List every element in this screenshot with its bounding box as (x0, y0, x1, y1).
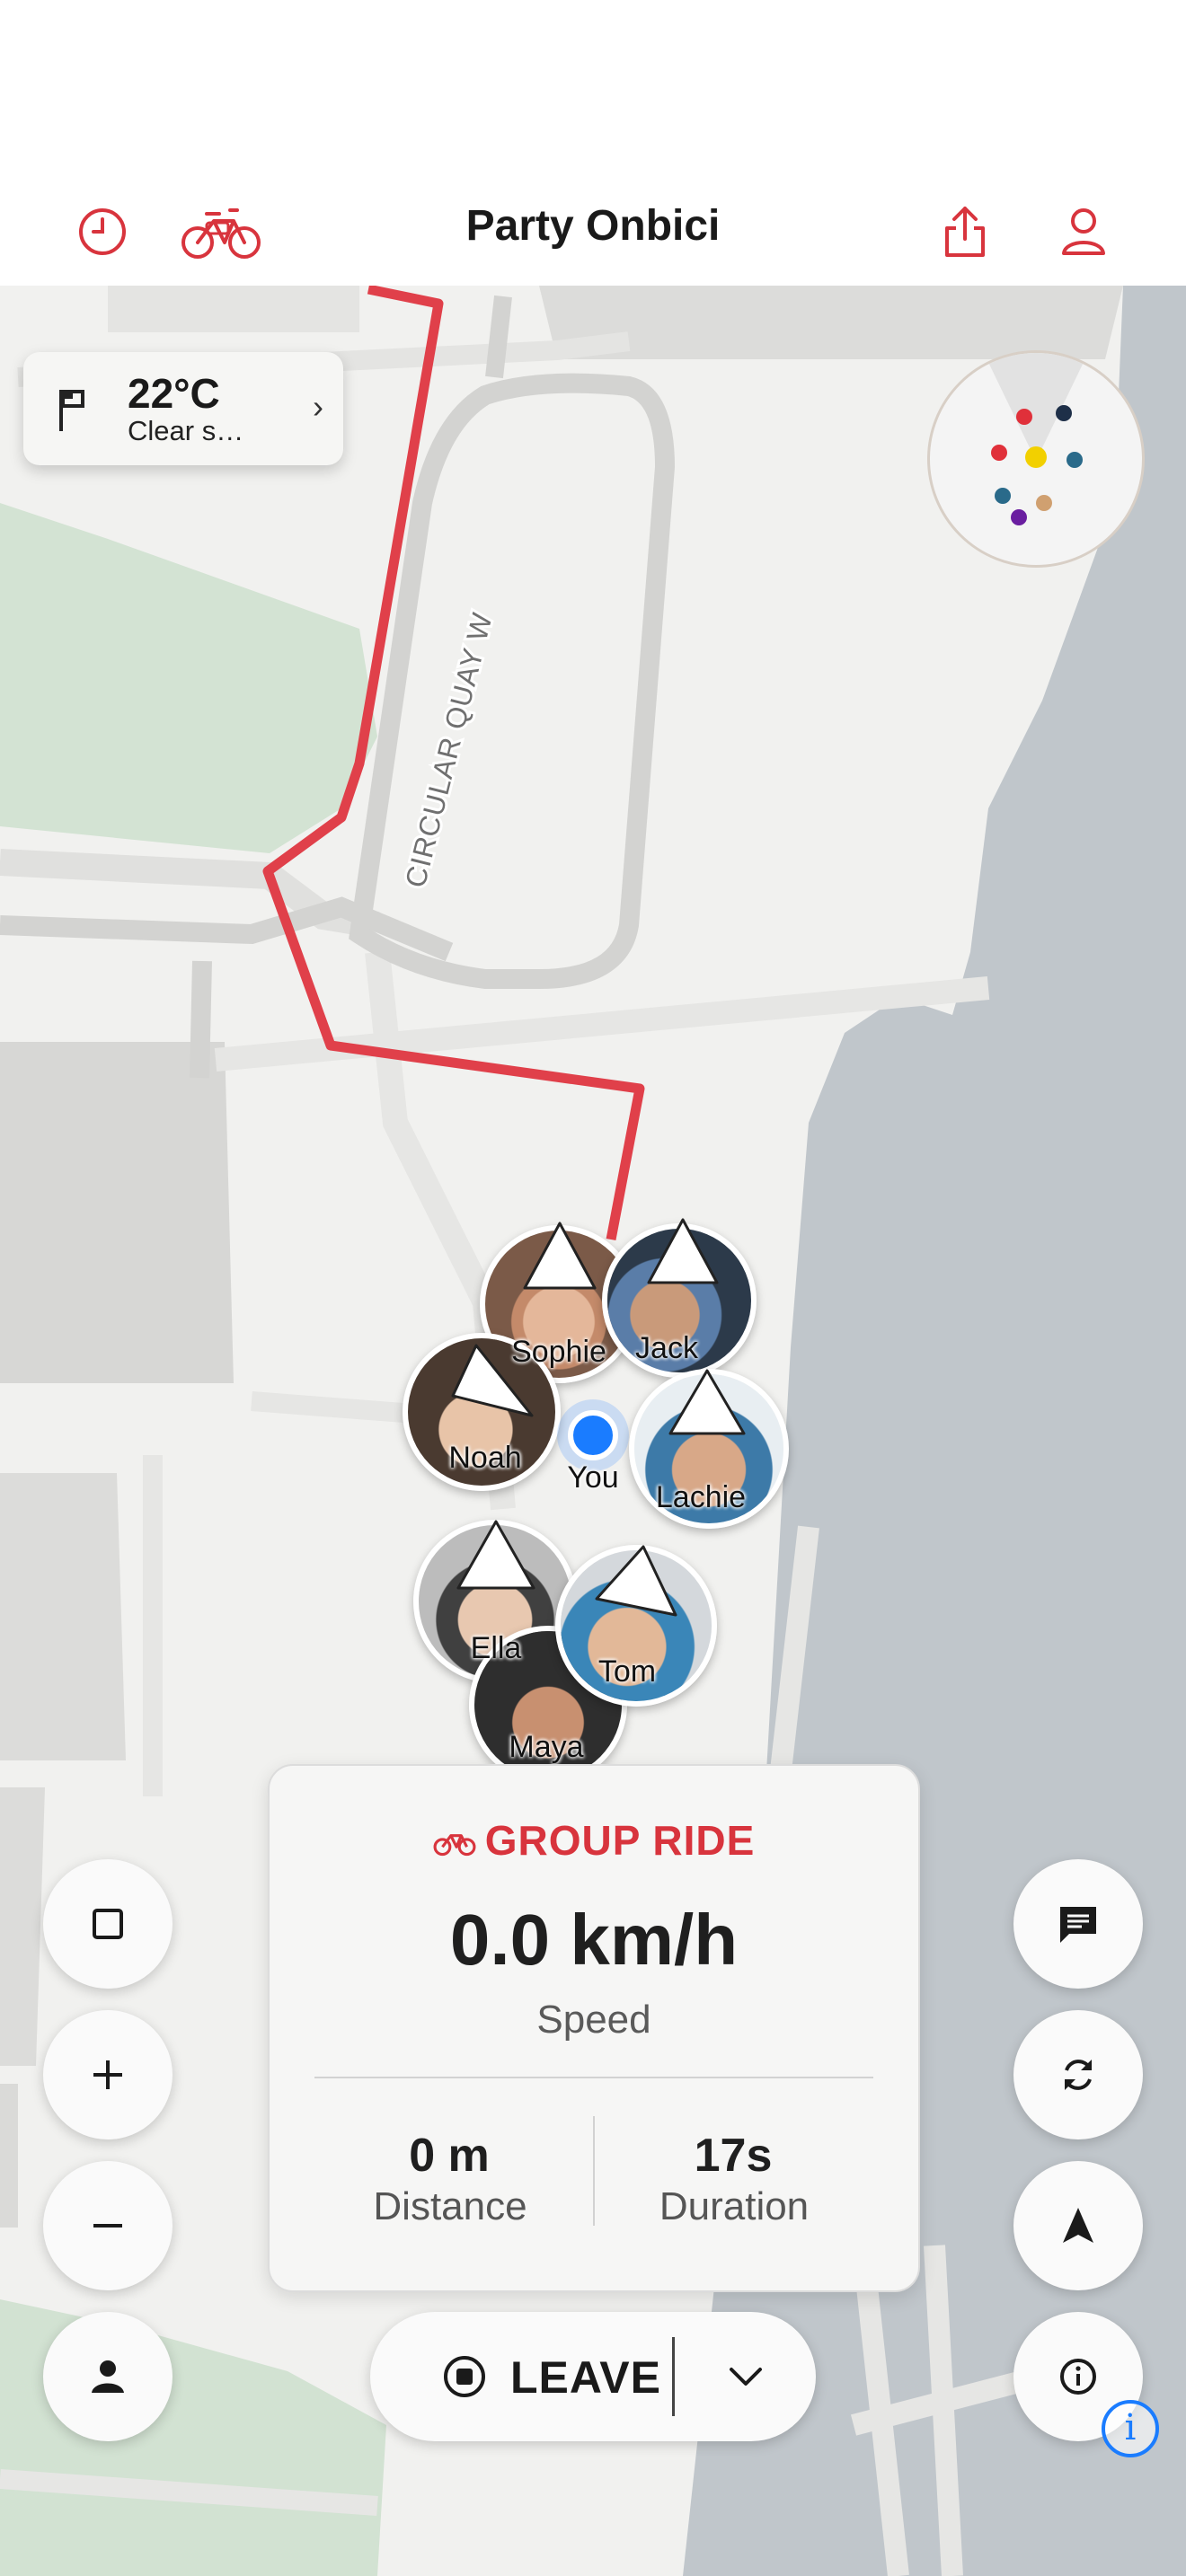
profile-button[interactable] (1048, 196, 1120, 268)
divider (672, 2337, 675, 2416)
rider-name: Lachie (655, 1480, 747, 1514)
attribution-info-icon[interactable]: i (1102, 2400, 1159, 2457)
info-icon (1060, 2359, 1096, 2395)
heading-arrow (456, 1520, 535, 1590)
person-icon (92, 2360, 124, 2393)
group-radar[interactable] (927, 350, 1145, 568)
plus-icon (93, 2060, 122, 2089)
radar-dot (1056, 405, 1072, 421)
you-label: You (567, 1460, 619, 1495)
zoom-out-button[interactable] (43, 2161, 173, 2290)
zoom-in-button[interactable] (43, 2010, 173, 2139)
radar-dot-you (1025, 446, 1047, 468)
radar-dot (1011, 509, 1027, 525)
weather-temperature: 22°C (128, 370, 220, 417)
navigation-button[interactable] (1013, 2161, 1143, 2290)
chevron-down-icon[interactable] (726, 2364, 766, 2391)
leave-ride-button[interactable]: LEAVE (370, 2312, 816, 2441)
heading-arrow (595, 1545, 677, 1617)
distance-value: 0 m (409, 2130, 490, 2182)
sync-button[interactable] (1013, 2010, 1143, 2139)
navigation-arrow-icon (1063, 2208, 1093, 2243)
rider-name: Ella (470, 1631, 522, 1665)
chat-button[interactable] (1013, 1859, 1143, 1989)
speed-label: Speed (536, 1998, 651, 2042)
divider (314, 2077, 873, 2078)
heading-arrow (451, 1344, 534, 1417)
sync-icon (1065, 2060, 1092, 2090)
radar-dot (1016, 409, 1032, 425)
ride-mode: GROUP RIDE (270, 1816, 918, 1865)
ride-mode-label: GROUP RIDE (484, 1817, 756, 1864)
ride-stats-panel: GROUP RIDE 0.0 km/h Speed 0 m Distance 1… (268, 1764, 920, 2292)
chevron-right-icon: › (313, 388, 323, 425)
leave-label: LEAVE (510, 2352, 661, 2403)
share-button[interactable] (929, 196, 1001, 268)
stop-circle-icon (444, 2356, 485, 2397)
flag-icon (59, 390, 84, 431)
weather-condition: Clear s… (128, 415, 244, 446)
distance-label: Distance (373, 2184, 527, 2228)
duration-label: Duration (659, 2184, 810, 2228)
heading-arrow (523, 1222, 597, 1290)
chat-icon (1060, 1907, 1096, 1943)
square-icon (93, 1909, 123, 1939)
speed-value: 0.0 km/h (449, 1900, 739, 1980)
app-header: Party Onbici (0, 0, 1186, 286)
radar-dot (995, 488, 1011, 504)
heading-arrow (647, 1218, 719, 1284)
rider-name: Maya (509, 1730, 584, 1764)
person-icon (1062, 208, 1105, 255)
bicycle-icon (433, 1834, 476, 1857)
stop-view-button[interactable] (43, 1859, 173, 1989)
recenter-me-button[interactable] (43, 2312, 173, 2441)
minus-icon (93, 2224, 122, 2228)
share-icon (945, 207, 985, 257)
duration-value: 17s (694, 2130, 773, 2182)
rider-name: Noah (448, 1441, 522, 1475)
page-title: Party Onbici (465, 202, 721, 250)
radar-dot (1036, 495, 1052, 511)
radar-dot (1067, 452, 1083, 468)
heading-arrow (668, 1369, 746, 1435)
street-label: CIRCULAR QUAY W (399, 609, 499, 891)
weather-card[interactable]: 22°C Clear s… › (23, 352, 343, 465)
rider-name: Tom (597, 1654, 657, 1689)
radar-dot (991, 445, 1007, 461)
rider-name: Jack (635, 1331, 698, 1365)
